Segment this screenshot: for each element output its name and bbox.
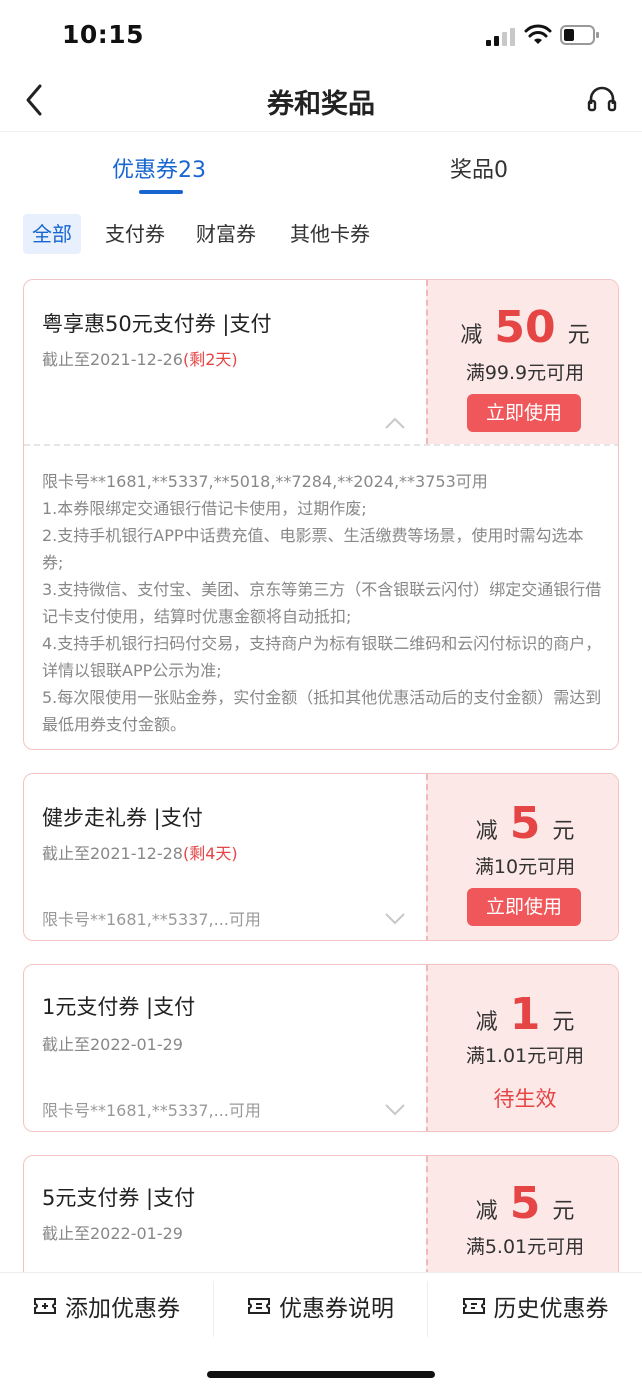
coupon-guide-label: 优惠券说明 (279, 1296, 394, 1322)
coupon-amount-unit: 元 (567, 323, 590, 348)
coupon-detail-line: 5.每次限使用一张贴金券，实付金额（抵扣其他优惠活动后的支付金额）需达到最低用券… (42, 688, 602, 734)
coupon-history-label: 历史优惠券 (493, 1296, 609, 1322)
coupon-min-spend: 满1.01元可用 (465, 1045, 585, 1067)
coupon-amount-value: 5 (509, 1178, 541, 1229)
use-now-button[interactable]: 立即使用 (467, 394, 581, 432)
coupon-amount: 减5元 (428, 1178, 618, 1229)
cellular-signal-icon (486, 26, 516, 46)
coupon-title: 健步走礼券 |支付 (42, 806, 203, 830)
coupon-title: 5元支付券 |支付 (42, 1186, 196, 1210)
coupon-amount: 减 50 元 (428, 302, 618, 353)
coupon-card[interactable]: 1元支付券 |支付 截止至2022-01-29 限卡号**1681,**5337… (23, 964, 619, 1132)
chevron-down-icon[interactable] (384, 1103, 406, 1117)
filter-wealth[interactable]: 财富券 (187, 214, 265, 254)
coupon-amount-prefix: 减 (475, 819, 498, 844)
status-bar: 10:15 (0, 0, 642, 70)
chevron-down-icon[interactable] (384, 912, 406, 926)
navigation-bar: 券和奖品 (0, 70, 642, 132)
status-time: 10:15 (62, 20, 145, 49)
coupon-amount-prefix: 减 (460, 323, 483, 348)
coupon-value-panel: 减1元 满1.01元可用 待生效 (426, 965, 618, 1131)
battery-icon (560, 25, 599, 45)
coupon-info: 1元支付券 |支付 截止至2022-01-29 限卡号**1681,**5337… (24, 965, 426, 1131)
coupon-history-button[interactable]: 历史优惠券 (428, 1273, 642, 1339)
coupon-card-limit: 限卡号**1681,**5337,...可用 (42, 910, 261, 929)
tab-coupons[interactable]: 优惠券23 (112, 152, 206, 184)
coupon-card[interactable]: 粤享惠50元支付券 |支付 截止至2021-12-26(剩2天) 减 50 元 满9… (23, 279, 619, 750)
coupon-expiry-date: 截止至2022-01-29 (42, 1224, 183, 1243)
coupon-amount-unit: 元 (552, 1199, 575, 1224)
coupon-remaining-days: (剩4天) (183, 844, 238, 863)
coupon-min-spend: 满10元可用 (474, 856, 576, 878)
coupon-detail-line: 限卡号**1681,**5337,**5018,**7284,**2024,**… (42, 472, 488, 491)
wifi-icon (524, 24, 552, 44)
coupon-amount-value: 5 (509, 798, 541, 849)
add-coupon-label: 添加优惠券 (65, 1296, 180, 1322)
coupon-expiry-date: 截止至2022-01-29 (42, 1035, 183, 1054)
coupon-amount: 减5元 (428, 798, 618, 849)
use-now-button[interactable]: 立即使用 (467, 888, 581, 926)
filter-other-cards[interactable]: 其他卡券 (281, 214, 379, 254)
ticket-add-icon (34, 1298, 56, 1314)
tab-bar: 优惠券23 奖品0 (0, 132, 642, 202)
coupon-detail-line: 2.支持手机银行APP中话费充值、电影票、生活缴费等场景，使用时需勾选本券; (42, 526, 584, 572)
tab-active-indicator (139, 190, 183, 194)
ticket-info-icon (248, 1298, 270, 1314)
coupon-value-panel: 减 50 元 满99.9元可用 立即使用 (426, 280, 618, 444)
coupon-title: 1元支付券 |支付 (42, 995, 196, 1019)
bottom-action-bar: 添加优惠券 优惠券说明 历史优惠券 (0, 1272, 642, 1389)
headset-icon[interactable] (586, 84, 618, 116)
coupon-card-limit: 限卡号**1681,**5337,...可用 (42, 1101, 261, 1120)
filter-payment[interactable]: 支付券 (96, 214, 174, 254)
coupon-status: 待生效 (493, 1087, 557, 1111)
add-coupon-button[interactable]: 添加优惠券 (0, 1273, 213, 1339)
coupon-expiry-date: 截止至2021-12-28 (42, 844, 183, 863)
filter-all[interactable]: 全部 (23, 214, 81, 254)
coupon-card[interactable]: 健步走礼券 |支付 截止至2021-12-28(剩4天) 限卡号**1681,*… (23, 773, 619, 941)
coupon-expiry: 截止至2021-12-26(剩2天) (42, 346, 238, 370)
coupon-amount-value: 50 (494, 302, 556, 353)
coupon-guide-button[interactable]: 优惠券说明 (214, 1273, 427, 1339)
chevron-up-icon[interactable] (384, 416, 406, 430)
coupon-expiry-date: 截止至2021-12-26 (42, 350, 183, 369)
filter-chips: 全部 支付券 财富券 其他卡券 (0, 214, 642, 254)
coupon-details: 限卡号**1681,**5337,**5018,**7284,**2024,**… (24, 444, 618, 738)
coupon-amount-unit: 元 (552, 1010, 575, 1035)
page-title: 券和奖品 (267, 89, 375, 120)
coupon-detail-line: 4.支持手机银行扫码付交易，支持商户为标有银联二维码和云闪付标识的商户，详情以银… (42, 634, 602, 680)
coupon-amount-value: 1 (509, 989, 541, 1040)
coupon-value-panel: 减5元 满10元可用 立即使用 (426, 774, 618, 940)
coupon-amount-unit: 元 (552, 819, 575, 844)
tab-prizes[interactable]: 奖品0 (450, 152, 508, 184)
coupon-remaining-days: (剩2天) (183, 350, 238, 369)
coupon-detail-line: 3.支持微信、支付宝、美团、京东等第三方（不含银联云闪付）绑定交通银行借记卡支付… (42, 580, 602, 626)
coupon-min-spend: 满5.01元可用 (465, 1236, 585, 1258)
coupon-title: 粤享惠50元支付券 |支付 (42, 312, 272, 336)
coupon-info: 粤享惠50元支付券 |支付 截止至2021-12-26(剩2天) (24, 280, 426, 444)
home-indicator (207, 1371, 435, 1378)
coupon-amount-prefix: 减 (475, 1199, 498, 1224)
coupon-min-spend: 满99.9元可用 (465, 362, 585, 384)
coupon-detail-line: 1.本券限绑定交通银行借记卡使用，过期作废; (42, 499, 367, 518)
coupon-expiry: 截止至2021-12-28(剩4天) (42, 840, 238, 864)
coupon-amount-prefix: 减 (475, 1010, 498, 1035)
ticket-history-icon (462, 1298, 485, 1314)
coupon-info: 健步走礼券 |支付 截止至2021-12-28(剩4天) 限卡号**1681,*… (24, 774, 426, 940)
coupon-amount: 减1元 (428, 989, 618, 1040)
